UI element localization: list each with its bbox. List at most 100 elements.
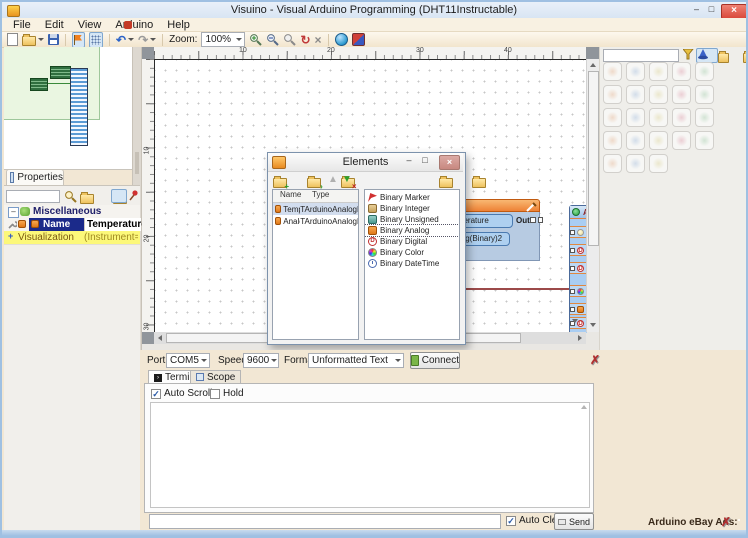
zoom-reset-button[interactable]: [283, 33, 297, 47]
package-button[interactable]: [351, 33, 365, 47]
palette-icon[interactable]: [626, 131, 645, 150]
send-text-input[interactable]: [149, 514, 501, 529]
property-category-row[interactable]: – Miscellaneous: [4, 205, 140, 219]
property-filter-icon[interactable]: [64, 190, 77, 203]
speed-select[interactable]: 9600: [243, 353, 279, 368]
tab-scope[interactable]: Scope: [190, 370, 242, 384]
hold-checkbox[interactable]: [210, 389, 220, 399]
insert-element-button[interactable]: ›: [306, 176, 323, 191]
category-item[interactable]: Binary Marker: [365, 192, 459, 203]
menu-help[interactable]: Help: [160, 19, 197, 31]
vertical-scroll-thumb[interactable]: [588, 71, 599, 246]
scroll-up-icon[interactable]: [581, 405, 587, 409]
scroll-down-icon[interactable]: [590, 323, 596, 327]
pin[interactable]: [570, 289, 575, 294]
zoom-select[interactable]: 100%: [201, 32, 246, 47]
out-pin[interactable]: [538, 217, 543, 223]
menu-edit[interactable]: Edit: [38, 19, 71, 31]
pin[interactable]: [570, 230, 575, 235]
canvas-vertical-scrollbar[interactable]: [586, 59, 600, 332]
expand-categories-button[interactable]: [742, 51, 746, 63]
dialog-maximize-button[interactable]: □: [419, 155, 431, 167]
format-select[interactable]: Unformatted Text: [308, 353, 404, 368]
expand-icon[interactable]: +: [8, 231, 13, 241]
palette-icon[interactable]: [695, 85, 714, 104]
element-row[interactable]: Temper... TArduinoAnalogBinar...: [273, 203, 358, 215]
palette-icon[interactable]: [626, 108, 645, 127]
ads-tools-icon[interactable]: ✗: [721, 516, 731, 528]
palette-icon[interactable]: [672, 62, 691, 81]
serial-tools-icon[interactable]: ✗: [590, 354, 600, 366]
pin-row[interactable]: In: [570, 226, 587, 238]
move-down-button[interactable]: ▼: [342, 174, 352, 185]
wizard-filter-button[interactable]: [696, 48, 718, 71]
dialog-minimize-button[interactable]: –: [403, 155, 415, 167]
expand-category-button[interactable]: [439, 176, 454, 188]
menu-view[interactable]: View: [71, 19, 109, 31]
palette-icon[interactable]: [695, 62, 714, 81]
palette-icon[interactable]: [695, 108, 714, 127]
collapse-category-button[interactable]: [472, 176, 487, 188]
scroll-left-icon[interactable]: [158, 335, 162, 341]
auto-scroll-checkbox[interactable]: ✓: [151, 389, 161, 399]
palette-icon[interactable]: [603, 154, 622, 173]
close-button[interactable]: ×: [721, 4, 746, 19]
move-up-button[interactable]: ▲: [328, 174, 338, 185]
pin-panel-icon[interactable]: [128, 189, 140, 201]
palette-icon[interactable]: [603, 108, 622, 127]
maximize-button[interactable]: □: [705, 4, 718, 16]
collapse-icon[interactable]: –: [8, 207, 19, 218]
overview-minimap[interactable]: [4, 47, 132, 170]
pin-row[interactable]: Digit: [570, 262, 587, 274]
scroll-up-icon[interactable]: [590, 63, 596, 67]
category-item-selected[interactable]: Binary Analog: [365, 224, 459, 237]
web-help-button[interactable]: [334, 33, 348, 47]
category-item[interactable]: Binary Unsigned: [365, 214, 459, 225]
filter-funnel-icon[interactable]: [683, 49, 694, 61]
palette-icon[interactable]: [672, 108, 691, 127]
snap-grid-toggle[interactable]: [89, 31, 103, 48]
auto-clear-checkbox[interactable]: ✓: [506, 516, 516, 526]
palette-icon[interactable]: [649, 62, 668, 81]
palette-icon[interactable]: [695, 131, 714, 150]
palette-icon[interactable]: [672, 85, 691, 104]
palette-icon[interactable]: [649, 108, 668, 127]
pin-row[interactable]: Digit: [570, 285, 587, 297]
component-search-input[interactable]: [603, 49, 679, 62]
expand-all-button[interactable]: [80, 192, 94, 204]
pin[interactable]: [570, 248, 575, 253]
category-item[interactable]: Binary DateTime: [365, 258, 459, 269]
palette-icon[interactable]: [649, 154, 668, 173]
zoom-out-button[interactable]: [266, 33, 280, 47]
palette-icon[interactable]: [649, 85, 668, 104]
palette-icon[interactable]: [672, 131, 691, 150]
pin-row[interactable]: Digit: [570, 244, 587, 256]
property-row-visualization[interactable]: + Visualization (Instrument=Angul...: [4, 231, 140, 245]
property-row-name[interactable]: Name Temperature: [4, 218, 147, 232]
terminal-output[interactable]: [150, 402, 590, 508]
element-row[interactable]: Analog[... TArduinoAnalogBinar...: [273, 215, 358, 227]
selected-property[interactable]: Name: [29, 218, 84, 231]
pin[interactable]: [570, 307, 575, 312]
menu-file[interactable]: File: [6, 19, 38, 31]
refresh-button[interactable]: ↻: [300, 33, 310, 47]
save-button[interactable]: [48, 33, 59, 47]
port-select[interactable]: COM5: [166, 353, 210, 368]
out-pin-box[interactable]: [530, 217, 536, 223]
pin[interactable]: [570, 266, 575, 271]
delete-button[interactable]: ×: [315, 33, 322, 47]
elements-dialog-titlebar[interactable]: Elements – □ ×: [268, 153, 463, 172]
dialog-close-button[interactable]: ×: [439, 155, 460, 170]
palette-icon[interactable]: [649, 131, 668, 150]
minimize-button[interactable]: –: [690, 4, 703, 16]
add-element-button[interactable]: +: [273, 176, 289, 191]
tools-icon[interactable]: [526, 202, 537, 212]
category-item[interactable]: Binary Digital: [365, 236, 459, 247]
palette-icon[interactable]: [603, 62, 622, 81]
property-name-value-cell[interactable]: Temperature: [84, 218, 147, 231]
pin-row[interactable]: Anal: [570, 303, 587, 315]
menu-arduino[interactable]: Arduino: [108, 19, 160, 31]
connect-button[interactable]: Connect: [410, 352, 460, 369]
palette-icon[interactable]: [626, 154, 645, 173]
redo-button[interactable]: ↷: [138, 33, 157, 47]
